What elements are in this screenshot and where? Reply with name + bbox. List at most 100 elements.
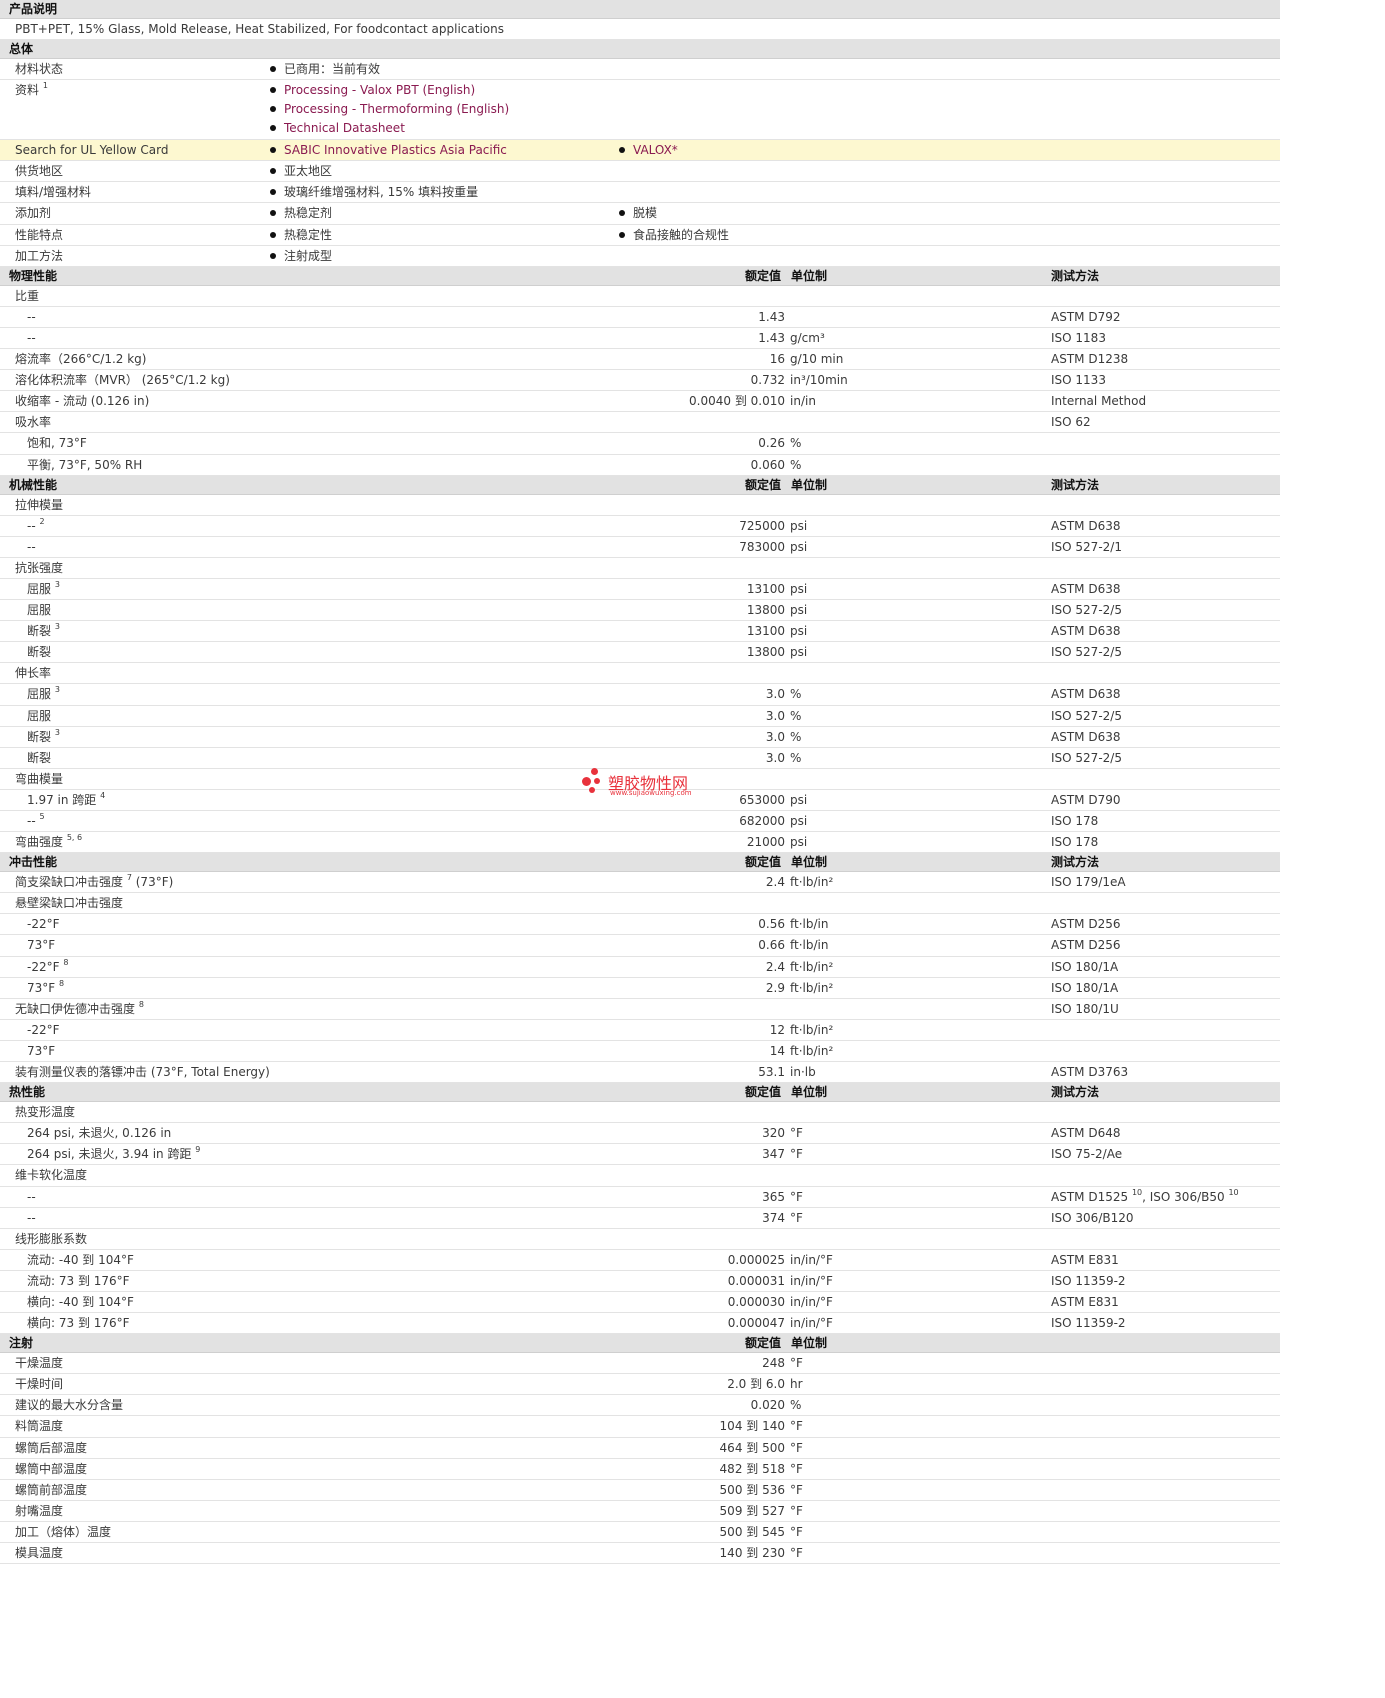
bullet-text: 已商用：当前有效	[284, 62, 381, 77]
test-method-text: ASTM D790	[1051, 792, 1121, 807]
column-header-value: 额定值	[745, 855, 782, 870]
property-row: 模具温度 140 到 230 °F	[0, 1543, 1280, 1565]
general-label: 材料状态	[15, 62, 63, 77]
test-method-text: ASTM D638	[1051, 729, 1121, 744]
test-method-text: ISO 179/1eA	[1051, 875, 1126, 890]
general-label-text: 加工方法	[15, 248, 64, 263]
property-unit: in/in/°F	[790, 1273, 833, 1288]
section-title: 冲击性能	[9, 855, 58, 870]
property-unit: °F	[790, 1546, 803, 1560]
property-value: 0.26	[758, 436, 785, 451]
test-method-text: ASTM D1238	[1051, 352, 1129, 367]
test-method: ISO 180/1A	[1051, 960, 1118, 975]
test-method: ISO 306/B120	[1051, 1211, 1134, 1226]
property-label: 伸长率	[15, 666, 51, 681]
test-method-text: ISO 11359-2	[1051, 1316, 1126, 1331]
test-method-text: ISO 527-2/5	[1051, 708, 1122, 723]
section-title: 机械性能	[9, 477, 58, 492]
section-title: 热性能	[9, 1085, 46, 1100]
property-row: -- 1.43 ASTM D792	[0, 307, 1280, 328]
property-row: 断裂 3 3.0% ASTM D638	[0, 727, 1280, 748]
test-method: ISO 527-2/5	[1051, 603, 1122, 618]
property-value: 13800	[746, 603, 785, 618]
watermark-url: www.sujiaowuxing.com	[610, 789, 692, 797]
test-method: ISO 75-2/Ae	[1051, 1147, 1122, 1162]
property-unit: psi	[790, 539, 808, 554]
test-method-text: ASTM D638	[1051, 624, 1121, 639]
general-value: 食品接触的合规性	[619, 228, 729, 243]
property-unit: %	[790, 729, 802, 744]
property-row: 射嘴温度 509 到 527 °F	[0, 1501, 1280, 1522]
general-label: 填料/增强材料	[15, 185, 91, 200]
property-row: -- 2 725000 psi ASTM D638	[0, 516, 1280, 537]
property-unit: °F	[790, 1524, 803, 1539]
property-value: 320	[762, 1126, 785, 1141]
test-method-text: Internal Method	[1051, 394, 1147, 409]
property-row: -- 1.43 g/cm³ ISO 1183	[0, 328, 1280, 350]
property-value: 2.4	[765, 875, 785, 890]
resource-link[interactable]: Technical Datasheet	[270, 121, 405, 136]
property-row: 料筒温度 104 到 140 °F	[0, 1416, 1280, 1438]
bullet-icon	[270, 189, 276, 196]
property-row: 抗张强度	[0, 558, 1280, 579]
test-method-text: ISO 1133	[1051, 373, 1106, 388]
property-row: -- 5 682000 psi ISO 178	[0, 811, 1280, 833]
test-method-text-2: , ISO 306/B50	[1142, 1189, 1225, 1204]
test-method: ISO 180/1U	[1051, 1002, 1119, 1017]
general-label-text: 材料状态	[15, 62, 64, 77]
resource-link[interactable]: Processing - Valox PBT (English)	[270, 83, 475, 98]
resource-link[interactable]: Processing - Thermoforming (English)	[270, 102, 509, 117]
property-row: 屈服 13800 psi ISO 527-2/5	[0, 600, 1280, 622]
resource-link[interactable]: SABIC Innovative Plastics Asia Pacific	[270, 143, 507, 158]
bullet-text: 热稳定性	[284, 227, 333, 242]
property-row: 干燥时间 2.0 到 6.0 hr	[0, 1374, 1280, 1396]
property-unit: °F	[790, 1126, 803, 1141]
property-value: 725000	[739, 518, 785, 533]
property-value: 464 到 500	[719, 1440, 785, 1455]
property-unit: °F	[790, 1503, 803, 1518]
test-method: ASTM D3763	[1051, 1065, 1128, 1080]
property-row: 无缺口伊佐德冲击强度 8 ISO 180/1U	[0, 999, 1280, 1020]
property-label: 比重	[15, 289, 39, 304]
section-title: 产品说明	[9, 2, 58, 16]
watermark-logo: 塑胶物性网 www.sujiaowuxing.com	[582, 768, 702, 800]
property-row: 73°F 0.66 ft·lb/in ASTM D256	[0, 935, 1280, 957]
property-label-text: 伸长率	[15, 666, 52, 681]
bullet-icon	[270, 66, 276, 73]
bullet-text: 脱模	[633, 206, 658, 221]
property-row: 断裂 3 13100 psi ASTM D638	[0, 621, 1280, 643]
test-method: ASTM D638	[1051, 624, 1120, 639]
property-unit: %	[790, 708, 802, 723]
bullet-icon	[270, 87, 276, 94]
test-method: ASTM D638	[1051, 687, 1120, 702]
property-unit: %	[790, 436, 802, 451]
resource-link[interactable]: VALOX*	[619, 143, 678, 158]
property-unit: °F	[790, 1189, 803, 1204]
property-unit: psi	[790, 835, 808, 850]
property-value: 0.000031	[727, 1273, 785, 1288]
property-unit: ft·lb/in	[790, 917, 829, 932]
test-method-text: ASTM D256	[1051, 938, 1121, 953]
property-value: 374	[762, 1210, 785, 1225]
section-title: 注射	[9, 1336, 34, 1351]
test-method: ISO 179/1eA	[1051, 875, 1126, 890]
property-label-text: 拉伸模量	[15, 497, 64, 512]
test-method: ISO 178	[1051, 814, 1098, 829]
general-value: 玻璃纤维增强材料, 15% 填料按重量	[270, 185, 478, 200]
property-unit: ft·lb/in²	[790, 1043, 834, 1058]
property-value: 12	[769, 1022, 785, 1037]
property-value: 13800	[746, 645, 785, 660]
property-label: 维卡软化温度	[15, 1168, 87, 1183]
property-row: 比重	[0, 286, 1280, 307]
test-method-text: ISO 180/1A	[1051, 959, 1119, 974]
bullet-text: SABIC Innovative Plastics Asia Pacific	[284, 143, 507, 158]
property-row: 螺筒后部温度 464 到 500 °F	[0, 1438, 1280, 1459]
test-method: Internal Method	[1051, 394, 1146, 409]
general-label: 性能特点	[15, 228, 63, 243]
property-row: 流动: -40 到 104°F 0.000025 in/in/°F ASTM E831	[0, 1250, 1280, 1271]
property-value: 248	[762, 1356, 785, 1371]
property-unit: psi	[790, 645, 808, 660]
property-value: 0.56	[758, 917, 785, 932]
general-value: 热稳定剂	[270, 206, 332, 221]
property-unit: in/in/°F	[790, 1316, 833, 1331]
